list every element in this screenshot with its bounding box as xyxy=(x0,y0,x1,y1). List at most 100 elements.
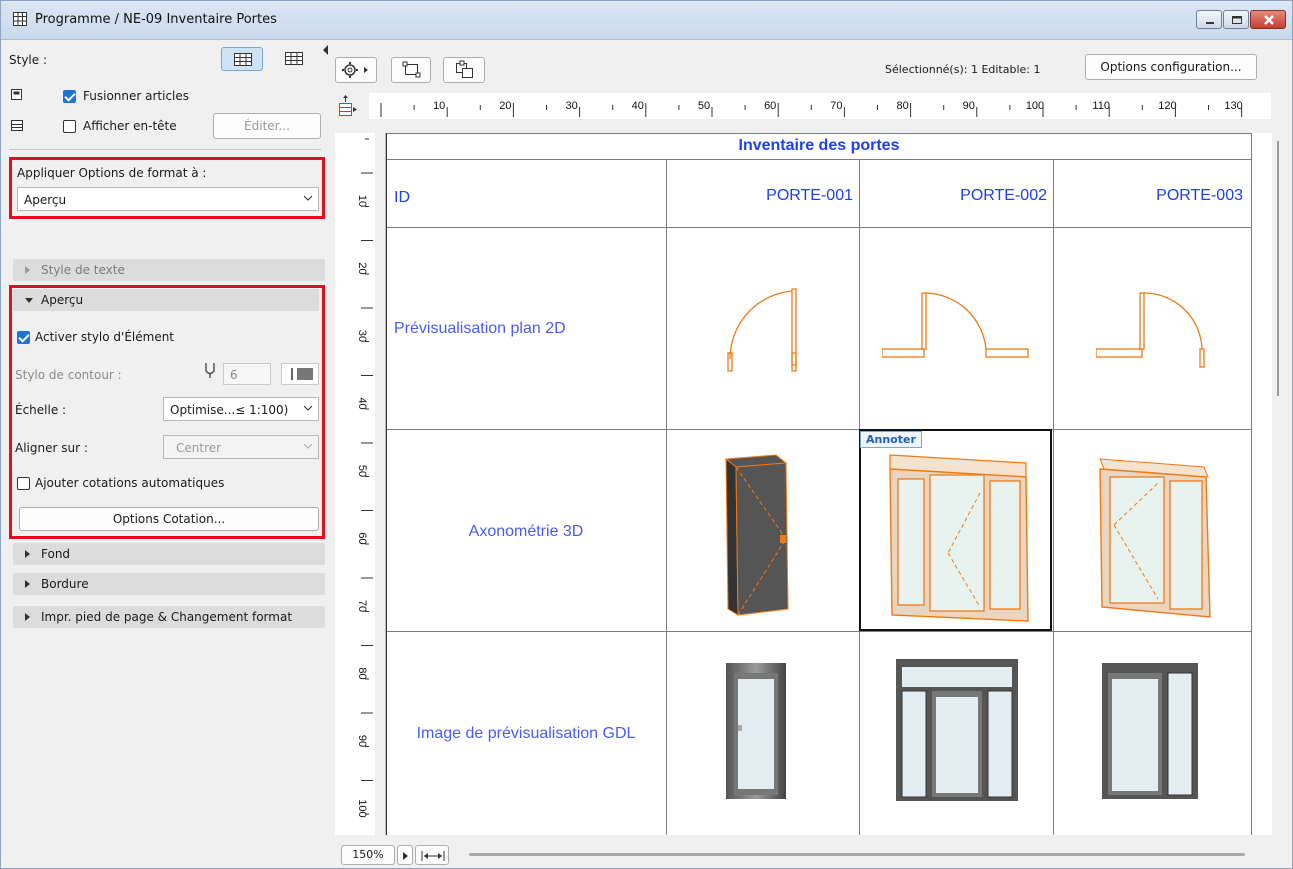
table-transposed-icon xyxy=(285,52,303,65)
door-gdl-preview-image[interactable] xyxy=(894,657,1020,803)
show-header-label: Afficher en-tête xyxy=(83,119,177,133)
fit-width-button[interactable] xyxy=(415,845,449,865)
door-plan-icon[interactable] xyxy=(882,283,1032,373)
door-gdl-preview-image[interactable] xyxy=(1100,661,1200,801)
chevron-right-icon xyxy=(25,613,30,621)
scale-select[interactable]: Optimise...≤ 1:100) xyxy=(163,397,319,421)
schedule-window: Programme / NE-09 Inventaire Portes Styl… xyxy=(0,0,1293,869)
id-cell-1[interactable]: PORTE-001 xyxy=(666,187,853,205)
ruler-label: 10 xyxy=(356,195,368,207)
door-plan-icon[interactable] xyxy=(716,283,816,373)
annotate-tag[interactable]: Annoter xyxy=(860,431,922,448)
zoom-field[interactable]: 150% xyxy=(341,845,395,865)
window-title: Programme / NE-09 Inventaire Portes xyxy=(35,12,277,27)
vertical-ruler-scale: 10 20 30 40 50 60 70 80 90 100 xyxy=(356,138,373,849)
vertical-scrollbar[interactable] xyxy=(1273,133,1287,835)
chevron-right-icon xyxy=(25,550,30,558)
chevron-down-icon xyxy=(304,195,312,201)
activate-pen-checkbox[interactable] xyxy=(17,331,30,344)
vertical-ruler: 10 20 30 40 50 60 70 80 90 100 xyxy=(335,133,375,849)
ruler-label: 10 xyxy=(433,100,445,112)
section-preview[interactable]: Aperçu xyxy=(13,289,319,311)
ruler-label: 20 xyxy=(356,262,368,274)
apply-format-select[interactable]: Aperçu xyxy=(17,187,319,211)
door-3d-icon[interactable] xyxy=(1094,453,1224,623)
style-grid-button[interactable] xyxy=(221,47,263,71)
table-style-icon xyxy=(234,53,252,66)
id-cell-2[interactable]: PORTE-002 xyxy=(859,187,1047,205)
chevron-down-icon xyxy=(304,443,312,449)
door-plan-icon[interactable] xyxy=(1096,283,1216,373)
divider xyxy=(9,149,321,150)
ruler-label: 20 xyxy=(499,100,511,112)
section-text-style[interactable]: Style de texte xyxy=(13,259,325,281)
door-gdl-preview-image[interactable] xyxy=(724,661,788,801)
section-background-label: Fond xyxy=(41,547,71,561)
section-background[interactable]: Fond xyxy=(13,543,325,565)
auto-dims-label: Ajouter cotations automatiques xyxy=(35,476,225,490)
zoom-elements-button[interactable] xyxy=(443,57,485,83)
scale-label: Échelle : xyxy=(15,403,67,417)
schedule-title: Inventaire des portes xyxy=(738,137,900,154)
row-label-gdl: Image de prévisualisation GDL xyxy=(416,725,636,742)
panel-collapse-icon[interactable] xyxy=(323,45,329,55)
section-text-style-label: Style de texte xyxy=(41,263,125,277)
ruler-label: 100 xyxy=(1026,100,1044,112)
zoom-menu-button[interactable] xyxy=(397,845,413,865)
horizontal-ruler: 10 20 30 40 50 60 70 80 90 100 110 120 130 xyxy=(369,93,1276,119)
ruler-label: 30 xyxy=(565,100,577,112)
show-header-checkbox[interactable] xyxy=(63,120,76,133)
horizontal-ruler-scale: 10 20 30 40 50 60 70 80 90 100 110 120 130 xyxy=(380,100,1276,117)
door-3d-icon[interactable] xyxy=(716,449,806,619)
ruler-label: 50 xyxy=(698,100,710,112)
align-select[interactable]: Centrer xyxy=(163,435,319,459)
merge-items-icon xyxy=(11,89,22,100)
edit-button[interactable]: Éditer... xyxy=(213,113,321,139)
section-footer[interactable]: Impr. pied de page & Changement format xyxy=(13,606,325,628)
contour-pen-input[interactable]: 6 xyxy=(223,363,271,385)
ruler-label: 70 xyxy=(830,100,842,112)
schedule-icon xyxy=(13,12,27,26)
grid-line xyxy=(1053,159,1054,835)
format-options-panel: Style : Fusionner articles Afficher en-t… xyxy=(9,41,328,867)
section-footer-label: Impr. pied de page & Changement format xyxy=(41,610,293,624)
zoom-selection-icon xyxy=(402,61,421,78)
dim-options-button[interactable]: Options Cotation... xyxy=(19,507,319,531)
zoom-selection-button[interactable] xyxy=(391,57,431,83)
merge-items-checkbox[interactable] xyxy=(63,90,76,103)
style-label: Style : xyxy=(9,53,47,67)
style-transposed-button[interactable] xyxy=(273,47,315,71)
align-label: Aligner sur : xyxy=(15,441,88,455)
schedule-view: Sélectionné(s): 1 Editable: 1 Options co… xyxy=(335,41,1287,867)
ruler-label: 110 xyxy=(1092,100,1110,112)
maximize-button[interactable] xyxy=(1223,10,1249,29)
row-label-plan2d: Prévisualisation plan 2D xyxy=(394,320,566,337)
horizontal-scrollbar[interactable] xyxy=(469,853,1245,856)
ruler-label: 90 xyxy=(963,100,975,112)
configuration-options-button[interactable]: Options configuration... xyxy=(1085,54,1257,80)
pen-color-swatch-icon[interactable] xyxy=(281,363,319,385)
ruler-label: 60 xyxy=(764,100,776,112)
grid-line xyxy=(386,159,1252,160)
chevron-down-icon xyxy=(304,405,312,411)
ruler-label: 60 xyxy=(356,532,368,544)
ruler-label: 50 xyxy=(356,465,368,477)
ruler-label: 120 xyxy=(1158,100,1176,112)
chevron-right-icon xyxy=(25,580,30,588)
grid-line xyxy=(386,631,1252,632)
auto-dims-checkbox[interactable] xyxy=(17,477,30,490)
close-button[interactable] xyxy=(1250,10,1286,29)
grid-line xyxy=(386,227,1252,228)
ruler-origin-icon[interactable] xyxy=(335,95,359,119)
grid-line xyxy=(386,133,1252,134)
id-cell-3[interactable]: PORTE-003 xyxy=(1053,187,1243,205)
minimize-button[interactable] xyxy=(1196,10,1222,29)
selected-cell[interactable] xyxy=(859,429,1052,631)
scroll-thumb[interactable] xyxy=(1277,141,1279,396)
settings-menu-button[interactable] xyxy=(335,57,377,83)
align-value: Centrer xyxy=(176,441,222,455)
section-border-label: Bordure xyxy=(41,577,89,591)
chevron-right-icon xyxy=(25,266,30,274)
section-border[interactable]: Bordure xyxy=(13,573,325,595)
bottom-bar: 150% xyxy=(335,841,1287,867)
